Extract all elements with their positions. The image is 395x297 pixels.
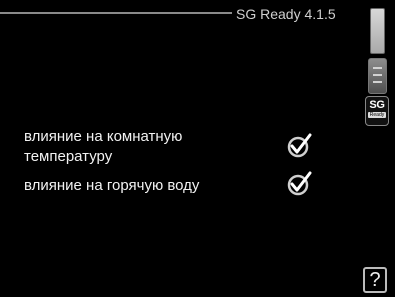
checkbox-room-temp-icon[interactable] [286,132,314,160]
title-underline [0,12,232,14]
scrollbar-track[interactable] [370,8,385,54]
knob-grip-line [373,67,382,69]
knob-grip-line [373,81,382,83]
scroll-knob-icon[interactable] [368,58,387,94]
setting-room-temp-label: влияние на комнатную температуру [24,128,183,165]
knob-grip-line [373,74,382,76]
checkbox-hot-water-icon[interactable] [286,170,314,198]
setting-hot-water-label: влияние на горячую воду [24,177,200,194]
sg-ready-icon: SG Ready [365,96,389,126]
sg-badge-main: SG [369,99,385,111]
help-button[interactable]: ? [363,267,387,293]
sg-badge-sub: Ready [367,112,387,118]
page-title: SG Ready 4.1.5 [236,6,336,22]
